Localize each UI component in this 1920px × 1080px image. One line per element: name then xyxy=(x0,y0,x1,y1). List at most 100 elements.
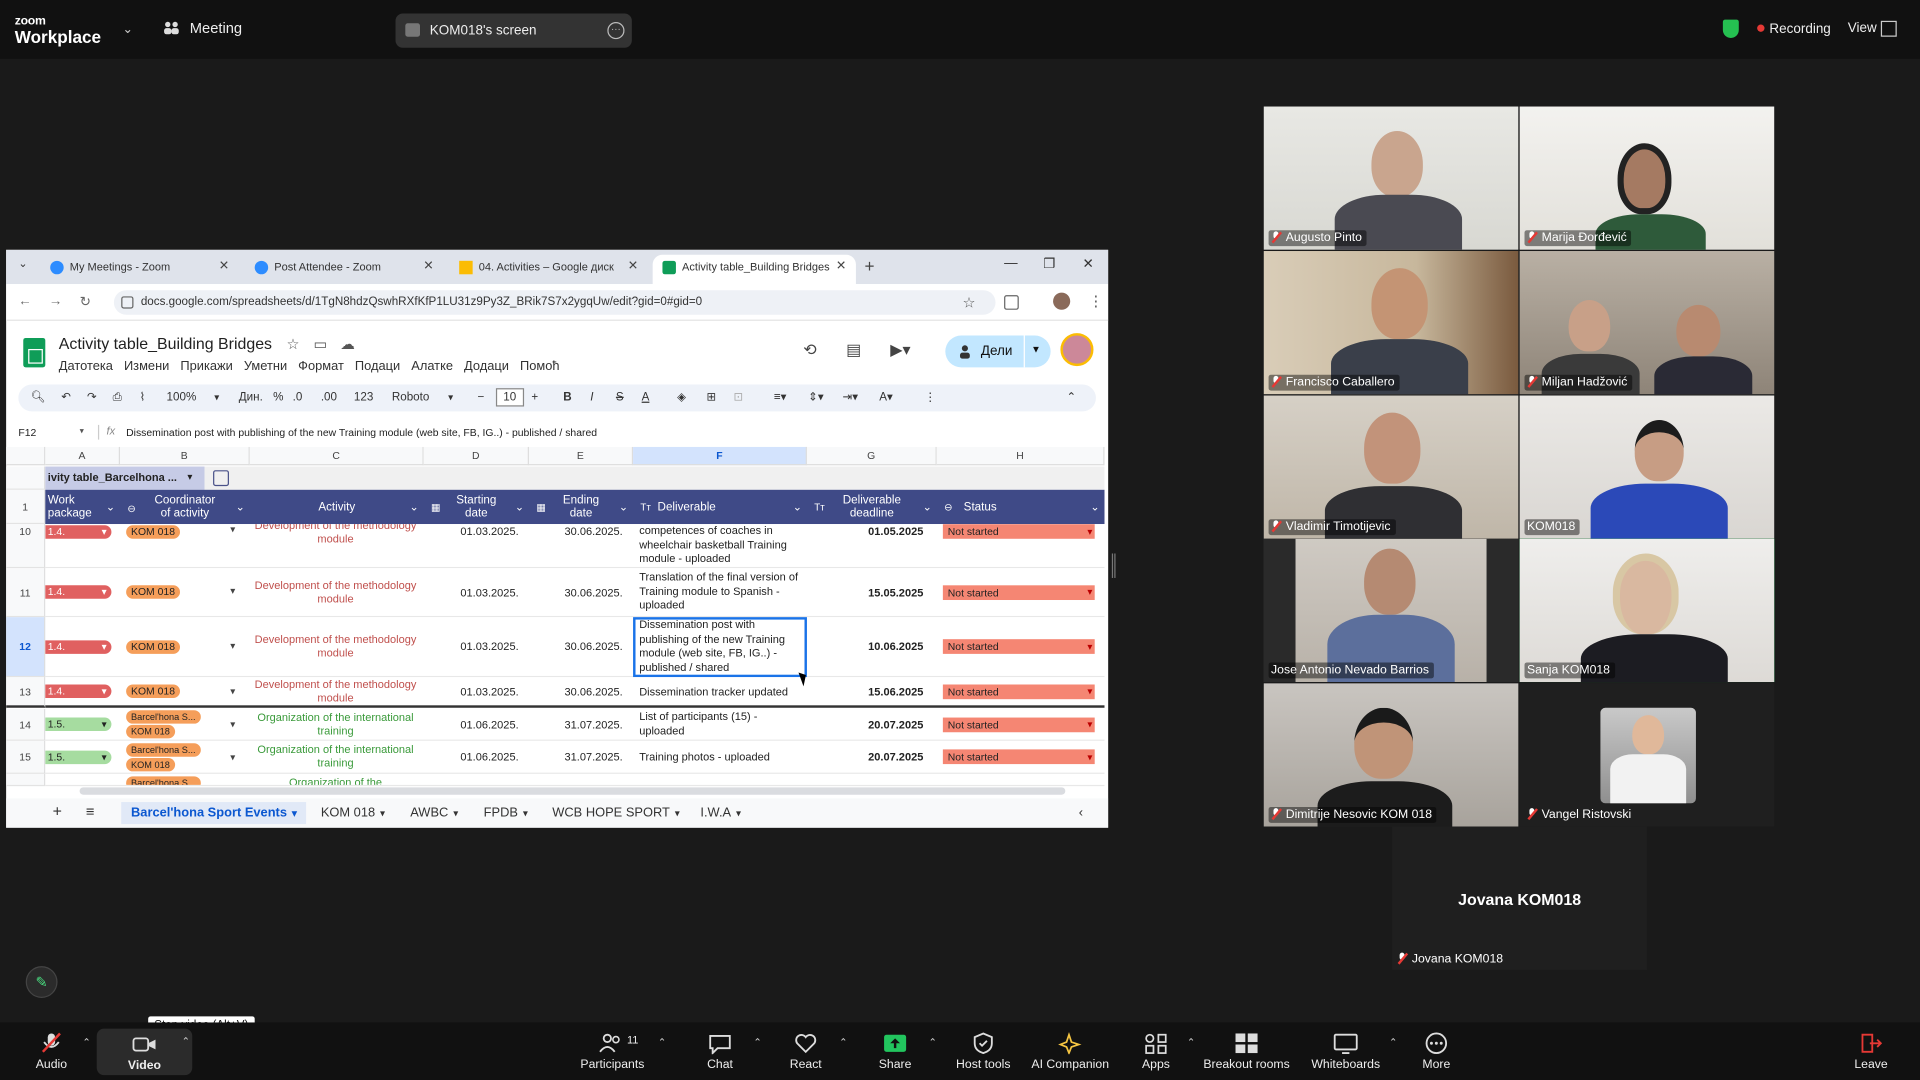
deadline-cell[interactable]: 20.07.2025 xyxy=(868,741,923,773)
activity-cell[interactable]: Organization of the xyxy=(250,776,421,785)
text-rotation-icon[interactable]: A▾ xyxy=(879,391,893,404)
chevron-down-icon[interactable]: ⌄ xyxy=(410,501,419,514)
minimize-window-icon[interactable]: — xyxy=(1004,256,1017,271)
more-options-icon[interactable]: ··· xyxy=(607,22,625,40)
sheet-tab-fpdb[interactable]: FPDB ▾ xyxy=(484,806,528,821)
participant-tile[interactable]: Marija Đorđević xyxy=(1519,106,1775,250)
chevron-down-icon[interactable]: ▾ xyxy=(448,392,453,403)
annotate-pen-icon[interactable]: ✎ xyxy=(25,966,58,998)
menu-insert[interactable]: Уметни xyxy=(244,359,287,374)
menu-format[interactable]: Формат xyxy=(298,359,344,374)
chevron-down-icon[interactable]: ▾ xyxy=(230,524,235,535)
start-date-cell[interactable]: 01.03.2025. xyxy=(460,568,518,616)
extensions-icon[interactable] xyxy=(1004,295,1019,310)
close-tab-icon[interactable]: ✕ xyxy=(423,255,433,279)
horizontal-scrollbar[interactable] xyxy=(79,787,1066,795)
redo-icon[interactable]: ↷ xyxy=(87,391,97,404)
font-size-decrease-icon[interactable]: − xyxy=(478,391,485,404)
deliverable-cell[interactable]: Training photos - uploaded xyxy=(639,741,804,773)
share-resize-handle[interactable] xyxy=(1111,553,1116,578)
chevron-down-icon[interactable]: ▾ xyxy=(230,686,235,697)
table-options-icon[interactable] xyxy=(213,470,229,487)
decrease-decimal-button[interactable]: .0 xyxy=(293,391,303,404)
chevron-down-icon[interactable]: ▾ xyxy=(230,640,235,651)
participant-tile[interactable]: Dimitrije Nesovic KOM 018 xyxy=(1263,683,1519,827)
reload-icon[interactable]: ↻ xyxy=(80,294,91,310)
chevron-up-icon[interactable]: ⌃ xyxy=(753,1037,761,1048)
formula-input[interactable]: Dissemination post with publishing of th… xyxy=(126,426,597,438)
chevron-down-icon[interactable]: ▾ xyxy=(80,426,84,436)
end-date-cell[interactable]: 30.06.2025. xyxy=(564,524,622,539)
menu-extensions[interactable]: Додаци xyxy=(464,359,509,374)
react-button[interactable]: React ⌃ xyxy=(781,1022,847,1080)
column-header-e[interactable]: E xyxy=(528,446,634,466)
chevron-down-icon[interactable]: ▾ xyxy=(230,752,235,763)
column-header-a[interactable]: A xyxy=(45,446,121,466)
column-header-c[interactable]: C xyxy=(249,446,424,466)
select-all-corner[interactable] xyxy=(6,446,46,466)
tab-search-icon[interactable]: ⌄ xyxy=(18,257,27,270)
chevron-down-icon[interactable]: ⌄ xyxy=(793,501,802,514)
sheet-tab-iwa[interactable]: I.W.A ▾ xyxy=(700,806,741,821)
version-history-icon[interactable]: ⟲ xyxy=(803,340,823,360)
menu-data[interactable]: Подаци xyxy=(355,359,400,374)
currency-format-button[interactable]: Дин. xyxy=(239,391,263,404)
coordinator-chip[interactable]: KOM 018 xyxy=(126,585,180,599)
status-chip[interactable]: Not started ▾ xyxy=(942,524,1095,539)
document-title[interactable]: Activity table_Building Bridges xyxy=(59,334,272,352)
undo-icon[interactable]: ↶ xyxy=(61,391,71,404)
apps-button[interactable]: Apps ⌃ xyxy=(1134,1022,1195,1080)
status-chip[interactable]: Not started ▾ xyxy=(942,683,1095,699)
activity-cell[interactable]: Development of the methodology module xyxy=(250,568,421,616)
chevron-down-icon[interactable]: ⌄ xyxy=(619,501,628,514)
add-sheet-icon[interactable]: + xyxy=(53,802,62,820)
table-name-chip[interactable]: ivity table_Barcelhona ... xyxy=(45,466,205,490)
deliverable-cell[interactable]: Dissemination tracker updated xyxy=(639,677,804,705)
chevron-left-icon[interactable]: ‹ xyxy=(1079,806,1083,821)
more-button[interactable]: More xyxy=(1412,1022,1461,1080)
percent-format-button[interactable]: % xyxy=(273,391,283,404)
end-date-cell[interactable]: 30.06.2025. xyxy=(564,677,622,705)
coordinator-chip[interactable]: KOM 018 xyxy=(126,684,180,698)
menu-file[interactable]: Датотека xyxy=(59,359,113,374)
activity-cell[interactable]: Organization of the international traini… xyxy=(250,709,421,740)
chevron-down-icon[interactable]: ▾ xyxy=(187,471,192,482)
header-work-package[interactable]: Work package ⌄ xyxy=(45,490,120,524)
browser-profile-avatar[interactable] xyxy=(1053,292,1071,310)
row-header-1[interactable]: 1 xyxy=(6,489,46,525)
deliverable-cell[interactable]: List of participants (15) - uploaded xyxy=(639,709,804,740)
view-button[interactable]: View xyxy=(1848,21,1877,36)
horizontal-align-icon[interactable]: ≡▾ xyxy=(774,391,787,404)
font-size-input[interactable]: 10 xyxy=(495,388,524,407)
row-header[interactable]: 12 xyxy=(6,617,46,678)
chevron-down-icon[interactable]: ▾ xyxy=(230,585,235,596)
browser-tab-activity-table[interactable]: Activity table_Building Bridges ✕ xyxy=(652,254,856,285)
participants-button[interactable]: 11 Participants ⌃ xyxy=(580,1022,666,1080)
row-header[interactable]: 15 xyxy=(6,740,46,774)
start-date-cell[interactable]: 01.06.2025. xyxy=(460,741,518,773)
chevron-up-icon[interactable]: ⌃ xyxy=(929,1037,937,1048)
sheet-tab-kom018[interactable]: KOM 018 ▾ xyxy=(321,806,385,821)
grid-view-icon[interactable] xyxy=(1880,20,1897,37)
row-header[interactable]: 14 xyxy=(6,708,46,741)
number-format-button[interactable]: 123 xyxy=(354,391,373,404)
deliverable-cell[interactable]: Translation of the final version of Trai… xyxy=(639,568,804,616)
close-window-icon[interactable]: ✕ xyxy=(1082,256,1093,272)
coordinator-chip[interactable]: KOM 018 xyxy=(126,639,180,654)
share-doc-button[interactable]: Дели ▼ xyxy=(945,335,1051,368)
deadline-cell[interactable]: 15.05.2025 xyxy=(868,568,923,616)
work-package-chip[interactable]: 1.5. ▾ xyxy=(45,750,112,764)
new-tab-icon[interactable]: + xyxy=(864,256,874,276)
vertical-align-icon[interactable]: ⇕▾ xyxy=(808,391,824,404)
maximize-window-icon[interactable]: ❐ xyxy=(1043,256,1055,272)
chevron-down-icon[interactable]: ⌄ xyxy=(236,501,245,514)
merge-cells-icon[interactable]: ⊡ xyxy=(733,391,743,404)
italic-icon[interactable]: I xyxy=(590,391,593,404)
header-deliverable-deadline[interactable]: Tт Deliverable deadline ⌄ xyxy=(807,490,937,524)
all-sheets-menu-icon[interactable]: ≡ xyxy=(86,803,95,820)
end-date-cell[interactable]: 31.07.2025. xyxy=(564,741,622,773)
url-field[interactable]: docs.google.com/spreadsheets/d/1TgN8hdzQ… xyxy=(113,290,996,315)
menu-edit[interactable]: Измени xyxy=(124,359,169,374)
column-header-g[interactable]: G xyxy=(806,446,937,466)
ai-companion-button[interactable]: AI Companion xyxy=(1029,1022,1112,1080)
